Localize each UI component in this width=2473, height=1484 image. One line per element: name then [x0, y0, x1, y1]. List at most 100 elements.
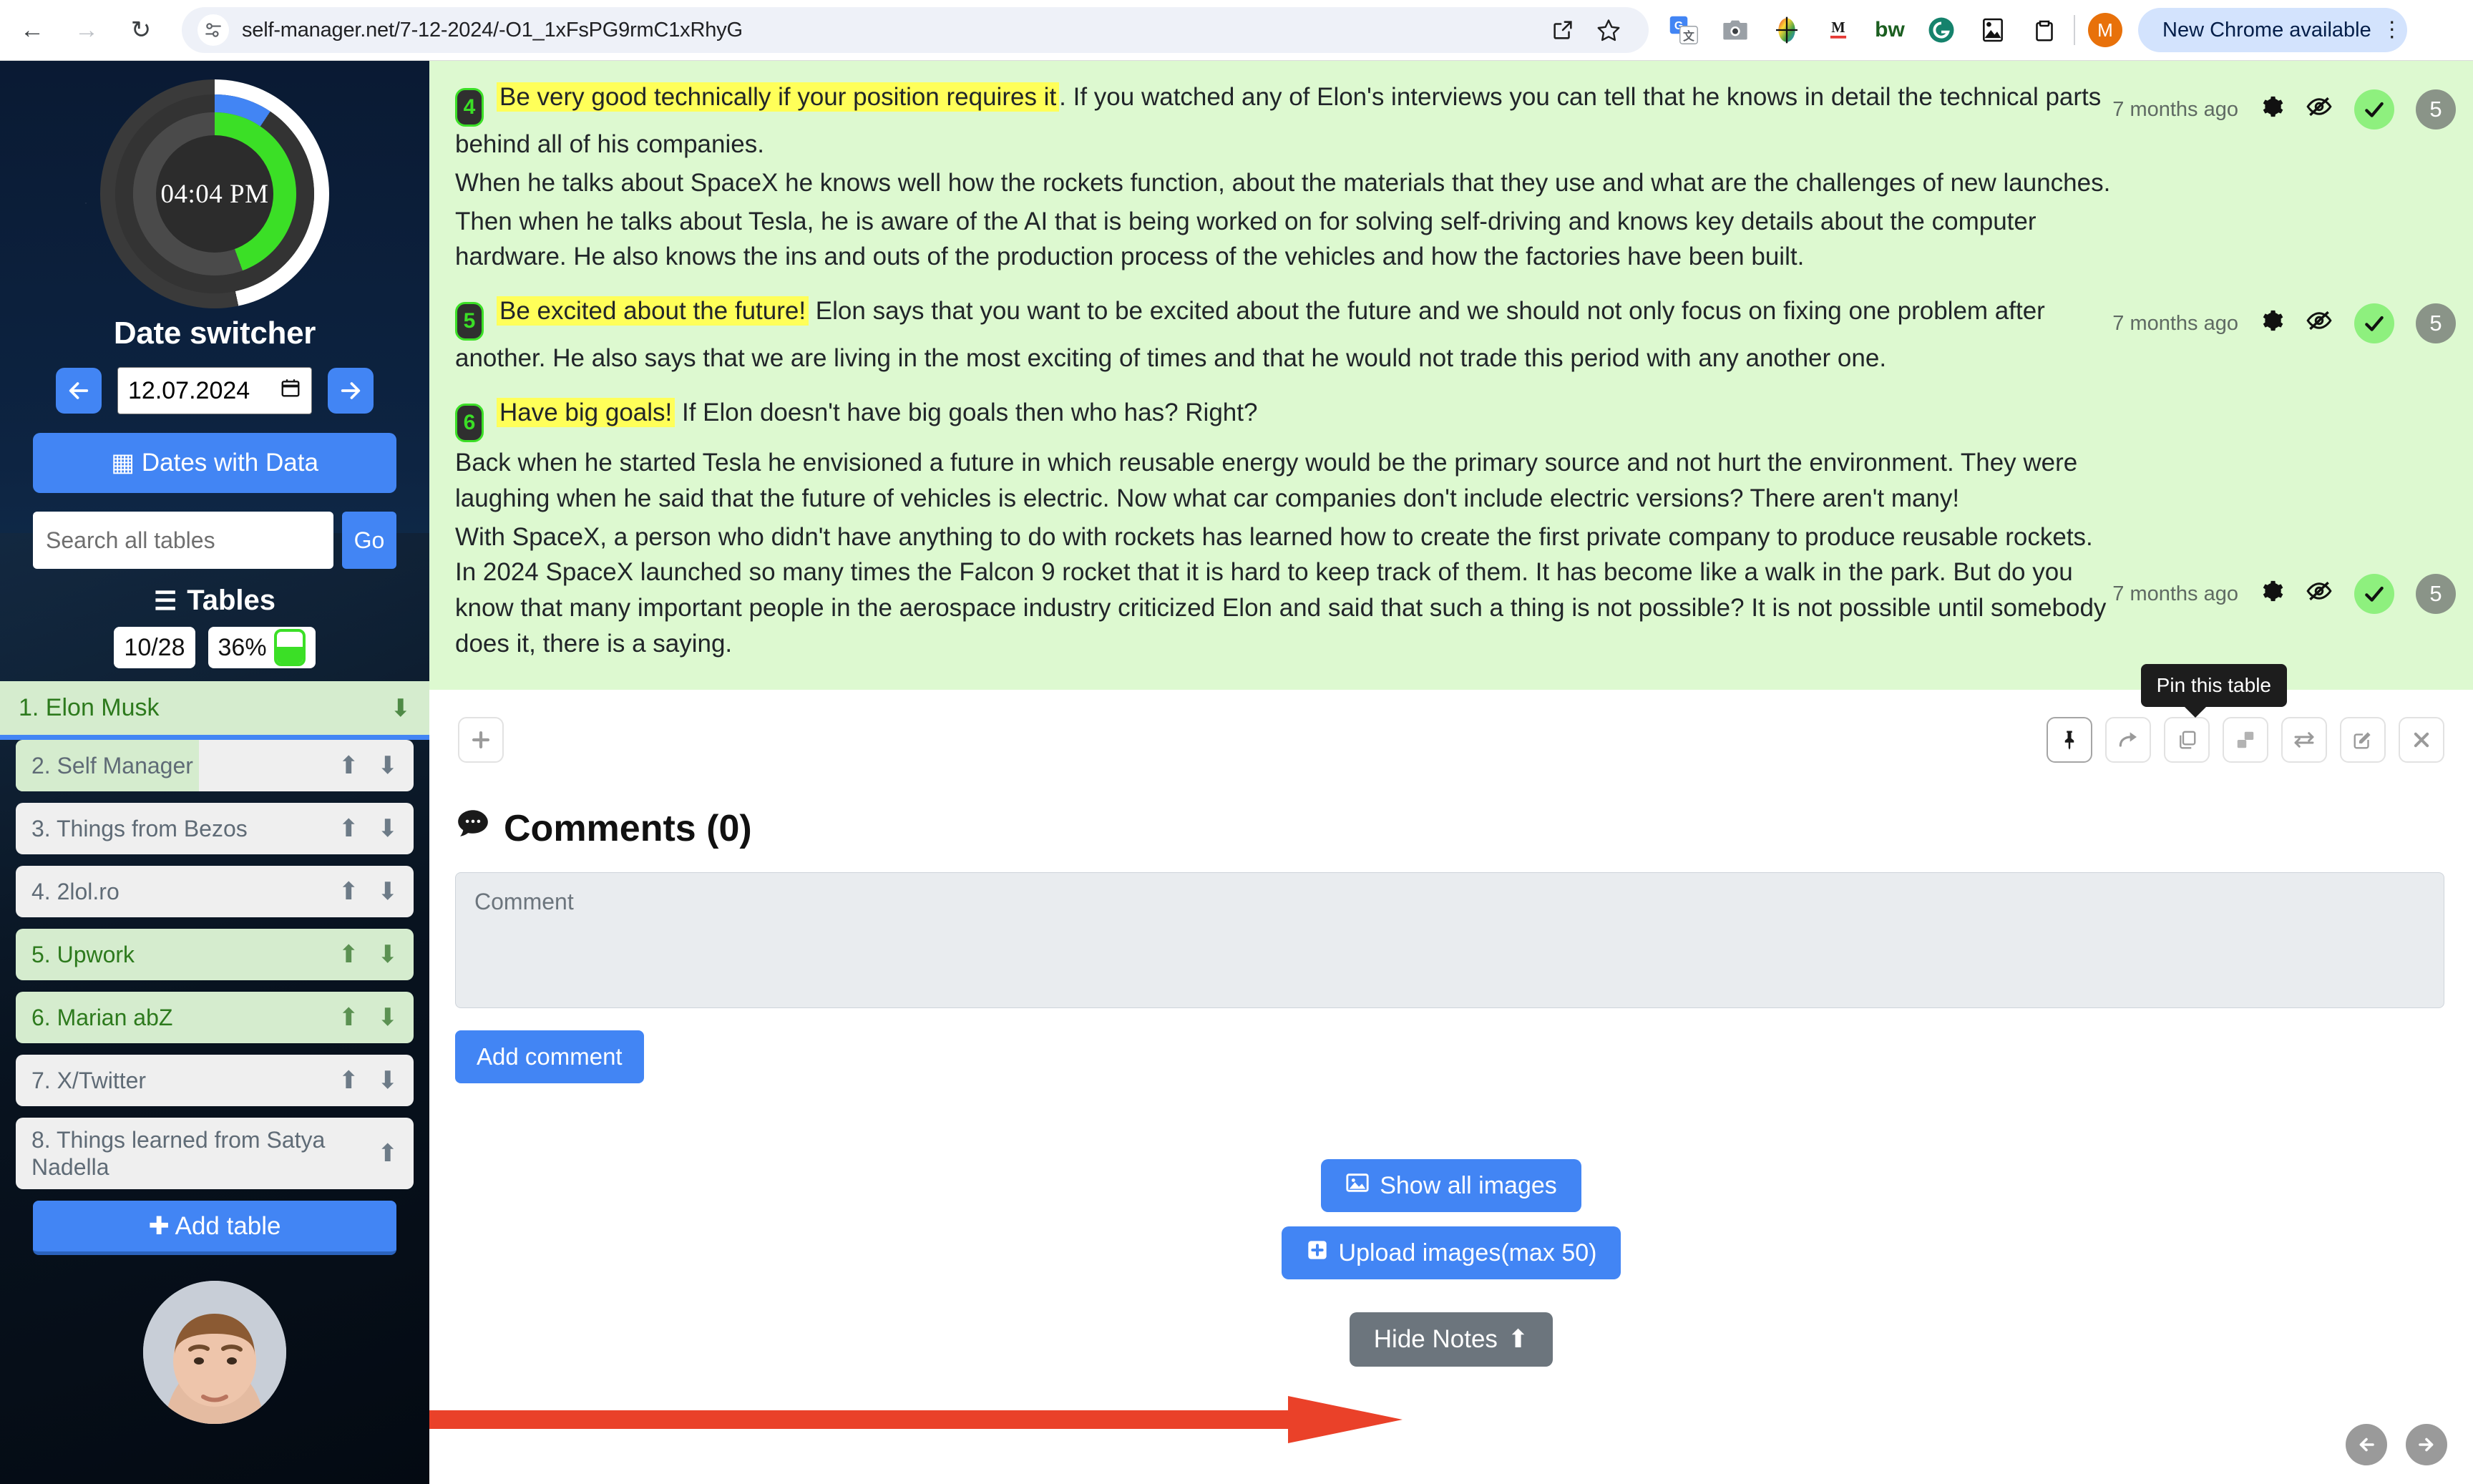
- kebab-menu-icon[interactable]: ⋮: [2381, 19, 2403, 40]
- tables-heading: ☰ Tables: [0, 585, 429, 617]
- next-page-button[interactable]: [2406, 1424, 2447, 1465]
- move-down-icon[interactable]: ⬇: [378, 1066, 399, 1095]
- show-all-images-button[interactable]: Show all images: [1321, 1159, 1581, 1213]
- dates-with-data-button[interactable]: ▦ Dates with Data: [33, 433, 396, 493]
- move-down-icon[interactable]: ⬇: [378, 1003, 399, 1032]
- copy-button[interactable]: [2164, 717, 2210, 763]
- gear-icon[interactable]: [2260, 308, 2284, 338]
- note-paragraph: 6 Have big goals! If Elon doesn't have bi…: [455, 395, 2112, 443]
- eye-slash-icon[interactable]: [2306, 577, 2333, 610]
- table-list: 1. Elon Musk ⬇ 2. Self Manager ⬆ ⬇ 3. Thi…: [0, 681, 429, 1189]
- move-up-icon[interactable]: ⬆: [338, 751, 359, 780]
- browser-toolbar: ← → ↻ self-manager.net/7-12-2024/-O1_1xF…: [0, 0, 2473, 61]
- next-date-button[interactable]: [328, 368, 374, 414]
- move-up-icon[interactable]: ⬆: [338, 814, 359, 843]
- toolbar-divider: [2074, 15, 2075, 45]
- table-item-label: 3. Things from Bezos: [31, 815, 248, 841]
- note-check-button[interactable]: [2354, 574, 2394, 615]
- hide-notes-button[interactable]: Hide Notes ⬆: [1349, 1312, 1553, 1367]
- note-number-badge: 6: [455, 404, 484, 443]
- chrome-update-button[interactable]: New Chrome available ⋮: [2138, 8, 2407, 52]
- add-table-button[interactable]: ✚ Add table: [33, 1201, 396, 1255]
- tables-fraction-badge: 10/28: [114, 627, 195, 668]
- search-input[interactable]: [33, 512, 333, 569]
- duplicate-button[interactable]: [2223, 717, 2268, 763]
- sidebar-item-elon-musk[interactable]: 1. Elon Musk ⬇: [0, 681, 429, 740]
- upload-images-button[interactable]: Upload images(max 50): [1281, 1226, 1621, 1280]
- sidebar-item-self-manager[interactable]: 2. Self Manager ⬆ ⬇: [16, 740, 414, 791]
- edit-button[interactable]: [2340, 717, 2386, 763]
- sidebar-item-marian-abz[interactable]: 6. Marian abZ ⬆ ⬇: [16, 992, 414, 1043]
- move-up-icon[interactable]: ⬆: [338, 1003, 359, 1032]
- image-extension-icon[interactable]: [1976, 14, 2009, 47]
- note-timestamp: 7 months ago: [2112, 97, 2238, 121]
- gear-icon[interactable]: [2260, 579, 2284, 609]
- comment-bubble-icon: [455, 806, 491, 851]
- swap-button[interactable]: [2281, 717, 2327, 763]
- calendar-icon[interactable]: [280, 377, 301, 404]
- prev-page-button[interactable]: [2346, 1424, 2387, 1465]
- address-bar[interactable]: self-manager.net/7-12-2024/-O1_1xFsPG9rm…: [182, 7, 1649, 53]
- move-down-icon[interactable]: ⬇: [378, 940, 399, 969]
- user-avatar[interactable]: [143, 1281, 286, 1424]
- bw-extension-icon[interactable]: bw: [1873, 14, 1906, 47]
- reload-icon[interactable]: ↻: [119, 8, 163, 52]
- sidebar-item-satya-nadella[interactable]: 8. Things learned from Satya Nadella ⬆: [16, 1118, 414, 1189]
- clipboard-extension-icon[interactable]: [2028, 14, 2061, 47]
- prev-date-button[interactable]: [56, 368, 102, 414]
- site-settings-icon[interactable]: [197, 14, 229, 46]
- search-go-button[interactable]: Go: [342, 512, 396, 569]
- share-icon[interactable]: [1546, 13, 1580, 47]
- table-counters: 10/28 36%: [0, 627, 429, 668]
- note-highlight: Have big goals!: [497, 398, 675, 428]
- sidebar-item-things-from-bezos[interactable]: 3. Things from Bezos ⬆ ⬇: [16, 803, 414, 854]
- note-row: 6 Have big goals! If Elon doesn't have bi…: [429, 385, 2473, 670]
- date-switcher-controls: 12.07.2024: [0, 367, 429, 414]
- plus-square-icon: [1306, 1239, 1329, 1268]
- share-arrow-button[interactable]: [2105, 717, 2151, 763]
- note-meta: 7 months ago 5: [2112, 395, 2456, 615]
- mendeley-icon[interactable]: M: [1822, 14, 1855, 47]
- note-count-badge[interactable]: 5: [2416, 89, 2456, 130]
- move-up-icon[interactable]: ⬆: [338, 940, 359, 969]
- profile-avatar[interactable]: M: [2088, 13, 2122, 47]
- table-item-label: 6. Marian abZ: [31, 1004, 173, 1030]
- move-up-icon[interactable]: ⬆: [338, 877, 359, 906]
- note-check-button[interactable]: [2354, 89, 2394, 130]
- clock-time-label: 04:04 PM: [160, 179, 269, 209]
- close-button[interactable]: [2399, 717, 2444, 763]
- note-timestamp: 7 months ago: [2112, 582, 2238, 605]
- date-input[interactable]: 12.07.2024: [117, 367, 312, 414]
- back-arrow-icon[interactable]: ←: [10, 8, 54, 52]
- hide-notes-label: Hide Notes: [1373, 1325, 1498, 1354]
- screenshot-camera-icon[interactable]: [1719, 14, 1752, 47]
- sidebar-item-x-twitter[interactable]: 7. X/Twitter ⬆ ⬇: [16, 1055, 414, 1106]
- sidebar-item-2lol-ro[interactable]: 4. 2lol.ro ⬆ ⬇: [16, 866, 414, 917]
- forward-arrow-icon[interactable]: →: [64, 8, 109, 52]
- move-down-icon[interactable]: ⬇: [378, 877, 399, 906]
- table-item-label: 7. X/Twitter: [31, 1067, 147, 1093]
- add-comment-button[interactable]: Add comment: [455, 1030, 644, 1084]
- move-down-icon[interactable]: ⬇: [378, 814, 399, 843]
- note-check-button[interactable]: [2354, 303, 2394, 344]
- pin-button[interactable]: [2047, 717, 2092, 763]
- move-down-icon[interactable]: ⬇: [378, 751, 399, 780]
- comment-input[interactable]: [455, 872, 2444, 1009]
- color-picker-icon[interactable]: [1770, 14, 1803, 47]
- grammarly-icon[interactable]: [1925, 14, 1958, 47]
- move-down-icon[interactable]: ⬇: [391, 694, 411, 723]
- google-translate-icon[interactable]: G文: [1667, 14, 1700, 47]
- note-count-badge[interactable]: 5: [2416, 574, 2456, 615]
- add-row-button[interactable]: [458, 717, 504, 763]
- table-item-label: 2. Self Manager: [31, 752, 193, 778]
- eye-slash-icon[interactable]: [2306, 93, 2333, 126]
- hamburger-icon: ☰: [153, 585, 177, 615]
- star-icon[interactable]: [1591, 13, 1626, 47]
- comments-section: Comments (0) Add comment: [429, 790, 2473, 1084]
- sidebar-item-upwork[interactable]: 5. Upwork ⬆ ⬇: [16, 929, 414, 980]
- move-up-icon[interactable]: ⬆: [338, 1066, 359, 1095]
- move-up-icon[interactable]: ⬆: [378, 1139, 399, 1168]
- note-count-badge[interactable]: 5: [2416, 303, 2456, 344]
- eye-slash-icon[interactable]: [2306, 307, 2333, 340]
- gear-icon[interactable]: [2260, 94, 2284, 125]
